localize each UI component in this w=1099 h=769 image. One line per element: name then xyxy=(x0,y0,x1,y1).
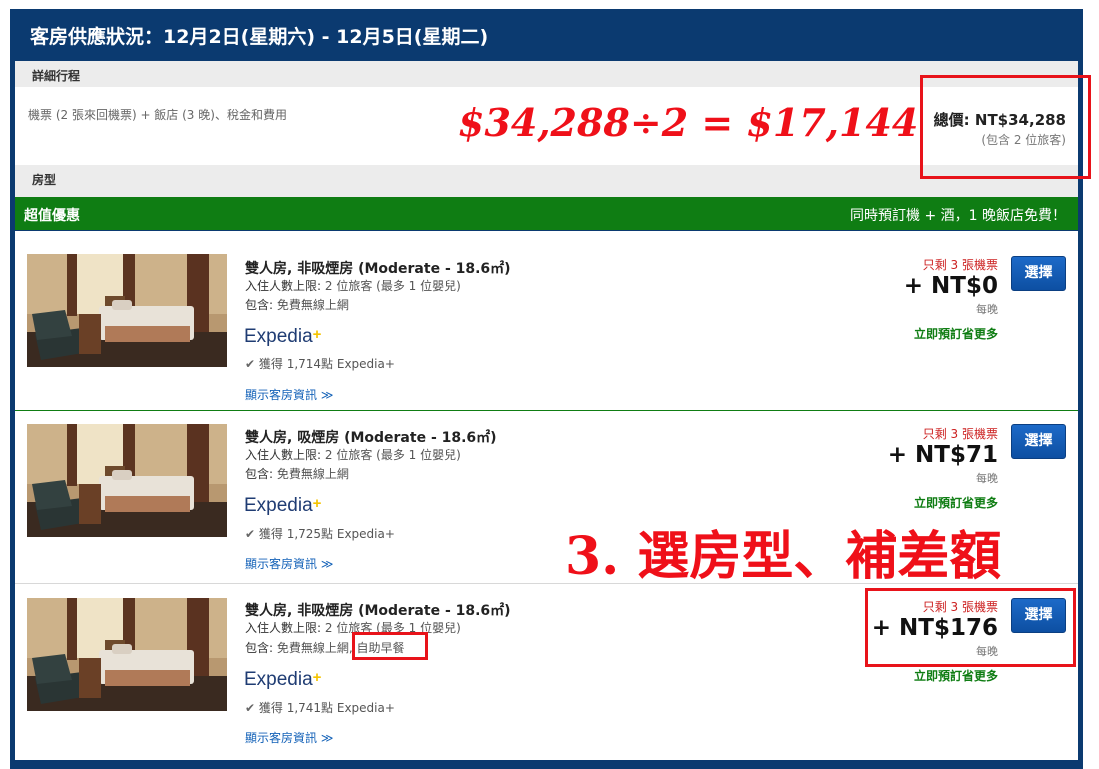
step-annotation: 3. 選房型、補差額 xyxy=(565,526,1002,587)
save-more-text: 立即預訂省更多 xyxy=(913,669,998,683)
points-earned: ✔ 獲得 1,725點 Expedia+ xyxy=(245,525,395,542)
check-icon: ✔ xyxy=(245,357,256,371)
brand-plus: + xyxy=(312,326,322,343)
save-more-text: 立即預訂省更多 xyxy=(913,327,998,341)
show-room-info-link[interactable]: 顯示客房資訊 ≫ xyxy=(245,386,333,403)
room-price: + NT$71 xyxy=(887,442,998,468)
room-section-label: 房型 xyxy=(32,173,57,187)
includes-label: 包含: xyxy=(245,467,274,481)
deal-title: 超值優惠 xyxy=(24,208,80,224)
room-occupancy: 入住人數上限: 2 位旅客 (最多 1 位嬰兒) xyxy=(245,446,461,463)
check-icon: ✔ xyxy=(245,701,256,715)
deal-promo: 同時預訂機 + 酒，1 晚飯店免費！ xyxy=(850,208,1066,224)
occupancy-label: 入住人數上限: xyxy=(245,279,322,293)
brand-plus: + xyxy=(312,669,322,686)
brand-name: Expedia xyxy=(244,669,313,690)
details-bar: 詳細行程 xyxy=(15,61,1078,87)
per-night-label: 每晚 xyxy=(976,303,998,316)
breakfast-highlight-box xyxy=(352,632,428,660)
points-text: 獲得 1,725點 Expedia+ xyxy=(258,527,395,541)
expedia-plus-logo: Expedia+ xyxy=(244,669,321,691)
brand-plus: + xyxy=(312,495,322,512)
select-button[interactable]: 選擇 xyxy=(1011,256,1066,291)
room-type-bar: 房型 xyxy=(15,165,1078,197)
show-room-info-link[interactable]: 顯示客房資訊 ≫ xyxy=(245,729,333,746)
includes-value: 免費無線上網 xyxy=(276,467,349,481)
includes-value: 免費無線上網 xyxy=(276,298,349,312)
expedia-plus-logo: Expedia+ xyxy=(244,495,321,517)
expedia-plus-logo: Expedia+ xyxy=(244,326,321,348)
occupancy-value: 2 位旅客 (最多 1 位嬰兒) xyxy=(324,448,461,462)
points-earned: ✔ 獲得 1,741點 Expedia+ xyxy=(245,699,395,716)
occupancy-label: 入住人數上限: xyxy=(245,621,322,635)
points-text: 獲得 1,741點 Expedia+ xyxy=(258,701,395,715)
total-highlight-box xyxy=(920,75,1091,179)
per-night-label: 每晚 xyxy=(976,472,998,485)
room-occupancy: 入住人數上限: 2 位旅客 (最多 1 位嬰兒) xyxy=(245,277,461,294)
brand-name: Expedia xyxy=(244,326,313,347)
price-calc-annotation: $34,288÷2 = $17,144 xyxy=(458,100,919,145)
room-includes: 包含: 免費無線上網 xyxy=(245,296,349,313)
seats-left: 只剩 3 張機票 xyxy=(922,258,998,272)
room-photo[interactable] xyxy=(27,254,227,367)
check-icon: ✔ xyxy=(245,527,256,541)
price-highlight-box xyxy=(865,588,1076,667)
points-text: 獲得 1,714點 Expedia+ xyxy=(258,357,395,371)
room-photo[interactable] xyxy=(27,598,227,711)
brand-name: Expedia xyxy=(244,495,313,516)
occupancy-value: 2 位旅客 (最多 1 位嬰兒) xyxy=(324,279,461,293)
room-name: 雙人房, 非吸煙房 (Moderate - 18.6㎡) xyxy=(245,261,511,277)
select-button[interactable]: 選擇 xyxy=(1011,424,1066,459)
room-photo[interactable] xyxy=(27,424,227,537)
includes-value: 免費無線上網 xyxy=(276,641,349,655)
room-name: 雙人房, 非吸煙房 (Moderate - 18.6㎡) xyxy=(245,603,511,619)
includes-label: 包含: xyxy=(245,298,274,312)
seats-left: 只剩 3 張機票 xyxy=(922,427,998,441)
includes-label: 包含: xyxy=(245,641,274,655)
room-option-1: 雙人房, 非吸煙房 (Moderate - 18.6㎡) 入住人數上限: 2 位… xyxy=(15,231,1078,410)
save-more-text: 立即預訂省更多 xyxy=(913,496,998,510)
page-title: 客房供應狀況：12月2日(星期六) - 12月5日(星期二) xyxy=(30,26,489,48)
availability-header: 客房供應狀況：12月2日(星期六) - 12月5日(星期二) xyxy=(10,9,1083,59)
details-section-label: 詳細行程 xyxy=(32,69,81,83)
room-name: 雙人房, 吸煙房 (Moderate - 18.6㎡) xyxy=(245,430,497,446)
room-price: + NT$0 xyxy=(903,273,998,299)
trip-summary: 機票 (2 張來回機票) + 飯店 (3 晚)、稅金和費用 xyxy=(28,108,287,122)
points-earned: ✔ 獲得 1,714點 Expedia+ xyxy=(245,355,395,372)
room-includes: 包含: 免費無線上網 xyxy=(245,465,349,482)
show-room-info-link[interactable]: 顯示客房資訊 ≫ xyxy=(245,555,333,572)
deal-banner: 超值優惠 同時預訂機 + 酒，1 晚飯店免費！ xyxy=(15,197,1078,230)
occupancy-label: 入住人數上限: xyxy=(245,448,322,462)
